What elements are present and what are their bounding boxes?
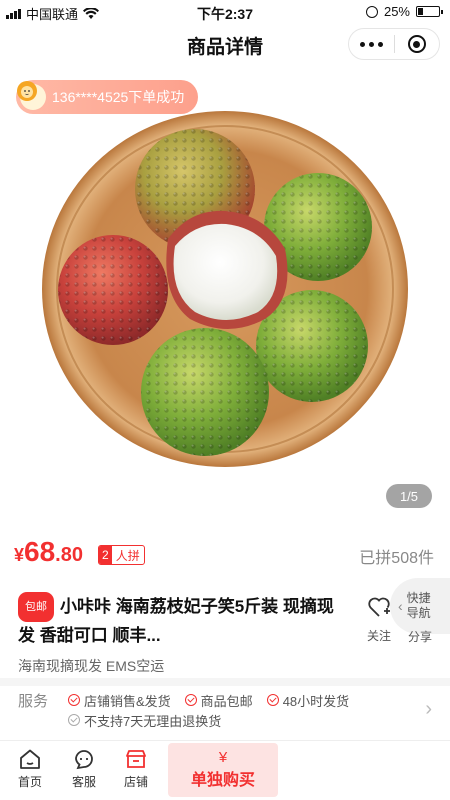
section-divider xyxy=(0,678,450,686)
chevron-left-icon: ‹ xyxy=(398,598,403,614)
service-item: 48小时发货 xyxy=(282,693,350,709)
lion-avatar-icon xyxy=(17,81,37,101)
home-button[interactable]: 首页 xyxy=(10,747,50,790)
more-button[interactable] xyxy=(349,41,394,47)
share-button[interactable]: 分享 xyxy=(408,628,432,645)
check-icon xyxy=(184,694,197,706)
nav-bar: 商品详情 xyxy=(0,24,450,64)
service-note: 不支持7天无理由退换货 xyxy=(84,713,222,729)
home-icon xyxy=(20,749,40,769)
service-row[interactable]: 服务 店铺销售&发货 商品包邮 48小时发货 不支持7天无理由退换货 › xyxy=(18,688,438,736)
store-button[interactable]: 店铺 xyxy=(116,747,156,790)
group-buy-badge: 2 人拼 xyxy=(98,545,145,565)
store-icon xyxy=(126,750,146,768)
buy-alone-label: 单独购买 xyxy=(190,772,255,789)
group-text: 人拼 xyxy=(115,548,140,563)
free-shipping-tag: 包邮 xyxy=(18,592,54,622)
price-decimal: .80 xyxy=(55,544,83,566)
product-title: 包邮 小咔咔 海南荔枝妃子笑5斤装 现摘现发 香甜可口 顺丰... xyxy=(18,592,348,650)
miniprogram-capsule xyxy=(348,28,440,60)
order-notification-toast: 136****4525下单成功 xyxy=(16,80,199,114)
support-label: 客服 xyxy=(71,775,96,789)
toast-text: 136****4525下单成功 xyxy=(52,89,185,105)
service-item: 商品包邮 xyxy=(200,693,253,709)
buy-yen-symbol: ¥ xyxy=(218,749,228,766)
service-label: 服务 xyxy=(18,693,49,710)
lychee-bowl-image xyxy=(42,111,408,467)
chat-icon xyxy=(75,750,93,770)
close-miniprogram-button[interactable] xyxy=(395,35,440,53)
price: ¥ 68 .80 xyxy=(14,536,83,568)
heart-plus-icon xyxy=(368,597,390,617)
share-label: 分享 xyxy=(408,630,433,644)
quick-nav-label: 快捷导航 xyxy=(406,591,431,620)
product-subtitle: 海南现摘现发 EMS空运 xyxy=(18,658,165,674)
bottom-bar: 首页 客服 店铺 ¥ 单独购买 xyxy=(0,740,450,800)
buy-alone-button[interactable]: ¥ 单独购买 xyxy=(168,743,278,797)
sold-count: 已拼508件 xyxy=(359,550,434,567)
follow-label: 关注 xyxy=(366,629,391,643)
customer-service-button[interactable]: 客服 xyxy=(64,747,104,790)
avatar xyxy=(17,81,46,110)
product-title-text: 小咔咔 海南荔枝妃子笑5斤装 现摘现发 香甜可口 顺丰... xyxy=(18,597,334,645)
home-label: 首页 xyxy=(17,775,42,789)
store-label: 店铺 xyxy=(123,775,148,789)
check-icon xyxy=(68,694,80,706)
group-count: 2 xyxy=(99,546,112,564)
battery-percent: 25% xyxy=(383,4,410,19)
rotation-lock-icon xyxy=(365,5,378,18)
check-icon xyxy=(266,694,279,706)
quick-nav-button[interactable]: ‹ 快捷导航 xyxy=(390,578,450,634)
battery-icon xyxy=(416,6,443,17)
follow-button[interactable]: 关注 xyxy=(364,596,394,644)
image-pager: 1/5 xyxy=(386,484,432,508)
price-row: ¥ 68 .80 2 人拼 已拼508件 xyxy=(14,536,434,572)
status-bar: 中国联通 下午2:37 25% xyxy=(0,0,450,24)
service-item: 店铺销售&发货 xyxy=(84,693,171,709)
product-image-carousel[interactable]: 136****4525下单成功 1/5 xyxy=(0,64,450,524)
check-icon xyxy=(68,714,80,726)
price-integer: 68 xyxy=(24,536,56,567)
price-currency: ¥ xyxy=(14,545,25,565)
product-info: 包邮 小咔咔 海南荔枝妃子笑5斤装 现摘现发 香甜可口 顺丰... 海南现摘现发 … xyxy=(18,592,348,676)
chevron-right-icon: › xyxy=(425,698,432,720)
